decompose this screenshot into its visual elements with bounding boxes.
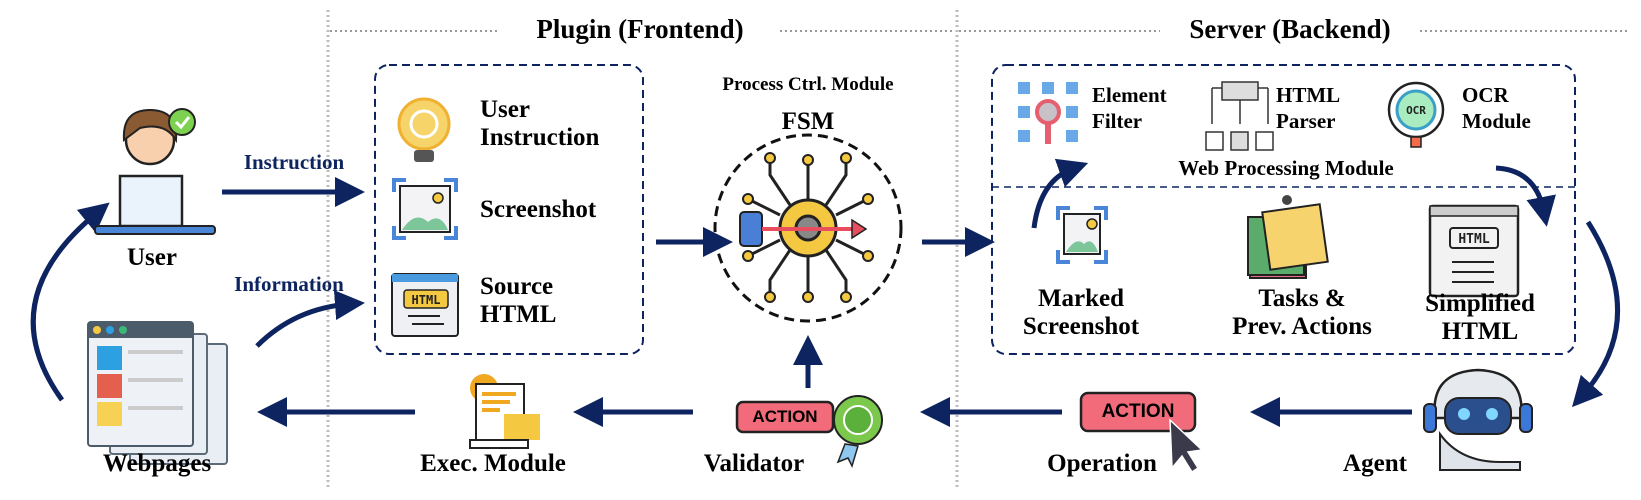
webpages-label: Webpages xyxy=(102,450,212,477)
agent-label: Agent xyxy=(1343,450,1407,477)
simplified-html-label: Simplified HTML xyxy=(1425,290,1535,345)
information-flow-label: Information xyxy=(234,272,344,296)
frontend-section-title: Plugin (Frontend) xyxy=(536,14,744,44)
source-html-label: Source HTML xyxy=(480,273,557,328)
simplified-html-badge-text: HTML xyxy=(1458,232,1489,247)
element-filter-label: Element Filter xyxy=(1092,83,1167,133)
agent-robot-icon xyxy=(1423,368,1533,471)
sticky-notes-icon xyxy=(1247,195,1329,279)
user-label: User xyxy=(127,244,177,271)
instruction-flow-label: Instruction xyxy=(243,150,345,174)
validator-label: Validator xyxy=(703,450,805,477)
ocr-badge-text: OCR xyxy=(1406,104,1426,117)
tasks-prev-actions-label: Tasks & Prev. Actions xyxy=(1232,285,1372,340)
ocr-module-label: OCR Module xyxy=(1462,83,1531,133)
user-icon xyxy=(94,108,216,235)
validator-action-badge: ACTION xyxy=(752,407,818,426)
operation-label: Operation xyxy=(1047,450,1157,477)
exec-module-label: Exec. Module xyxy=(420,450,566,477)
process-ctrl-module-title: Process Ctrl. Module xyxy=(722,74,894,95)
operation-action-badge: ACTION xyxy=(1101,401,1175,422)
html-source-icon: HTML xyxy=(391,273,459,337)
exec-module-icon xyxy=(469,374,540,449)
web-processing-module-title: Web Processing Module xyxy=(1178,156,1394,180)
screenshot-label: Screenshot xyxy=(480,196,597,223)
html-badge-text: HTML xyxy=(412,293,441,307)
html-parser-label: HTML Parser xyxy=(1276,83,1341,133)
lightbulb-icon xyxy=(397,97,451,162)
fsm-label: FSM xyxy=(781,108,835,135)
architecture-diagram: HTML OCR HTML ACTION ACTION Plugin (Fron… xyxy=(0,0,1641,500)
arrow-information xyxy=(255,290,365,348)
fsm-icon xyxy=(713,133,903,323)
user-instruction-label: User Instruction xyxy=(480,96,600,151)
element-filter-icon xyxy=(1018,82,1078,144)
backend-section-title: Server (Backend) xyxy=(1189,14,1391,44)
screenshot-icon xyxy=(392,178,458,240)
html-page-icon: HTML xyxy=(1428,204,1520,298)
marked-screenshot-label: Marked Screenshot xyxy=(1022,285,1140,340)
arrow-server-to-agent xyxy=(1572,220,1621,408)
webpages-icon xyxy=(87,321,228,465)
marked-screenshot-icon xyxy=(1056,206,1108,264)
html-parser-icon xyxy=(1205,81,1274,151)
ocr-icon: OCR xyxy=(1387,81,1445,148)
